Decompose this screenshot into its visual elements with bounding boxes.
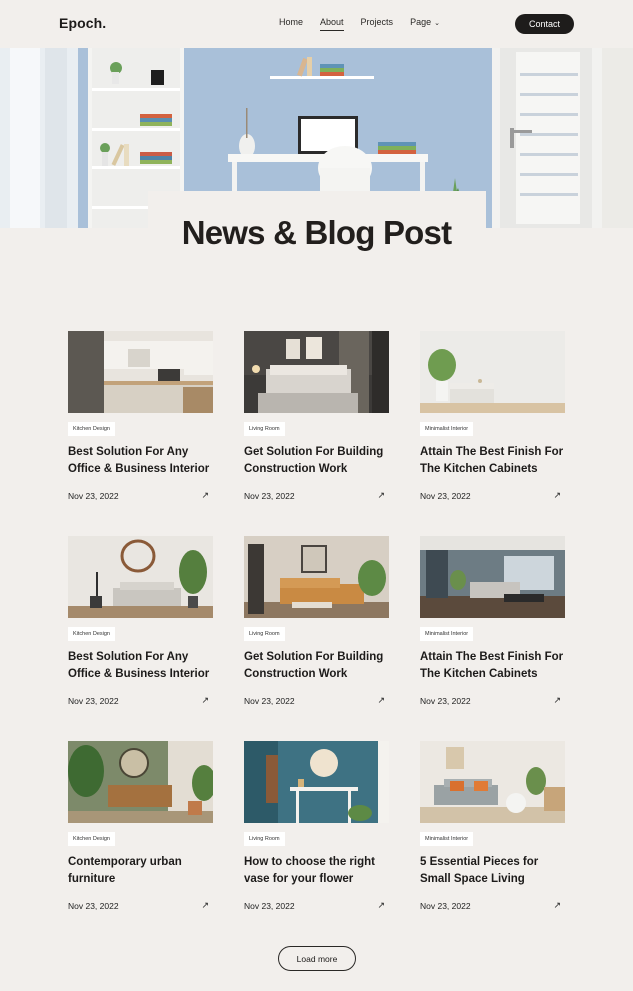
card-image-minimal[interactable] [420,331,565,413]
nav-item-label: Page [410,17,432,27]
category-tag[interactable]: Living Room [244,627,285,641]
post-date: Nov 23, 2022 [244,490,295,501]
arrow-up-right-icon[interactable]: ↗ [553,490,561,501]
post-date: Nov 23, 2022 [244,695,295,706]
card-footer: Nov 23, 2022 ↗ [244,695,390,706]
contact-button[interactable]: Contact [515,14,574,34]
card-image-teal-entry[interactable] [244,741,389,823]
card-image-living-mirror[interactable] [68,536,213,618]
arrow-up-right-icon[interactable]: ↗ [201,490,209,501]
post-date: Nov 23, 2022 [420,490,471,501]
post-date: Nov 23, 2022 [68,695,119,706]
blog-card: Minimalist Interior Attain The Best Fini… [420,536,566,706]
arrow-up-right-icon[interactable]: ↗ [377,695,385,706]
card-footer: Nov 23, 2022 ↗ [68,695,214,706]
post-title[interactable]: Best Solution For Any Office & Business … [68,649,214,683]
blog-card: Living Room Get Solution For Building Co… [244,331,390,501]
post-date: Nov 23, 2022 [244,900,295,911]
blog-card: Kitchen Design Best Solution For Any Off… [68,536,214,706]
category-tag[interactable]: Living Room [244,422,285,436]
category-tag[interactable]: Minimalist Interior [420,422,474,436]
post-title[interactable]: Get Solution For Building Construction W… [244,444,390,478]
post-title[interactable]: How to choose the right vase for your fl… [244,854,390,888]
page-title: News & Blog Post [181,214,452,251]
post-title[interactable]: Contemporary urban furniture [68,854,214,888]
arrow-up-right-icon[interactable]: ↗ [201,695,209,706]
nav-item-home[interactable]: Home [279,17,303,27]
post-title[interactable]: Get Solution For Building Construction W… [244,649,390,683]
card-image-green-wall[interactable] [68,741,213,823]
category-tag[interactable]: Kitchen Design [68,627,115,641]
nav-item-label: Home [279,17,304,27]
category-tag[interactable]: Living Room [244,832,285,846]
post-date: Nov 23, 2022 [68,490,119,501]
card-image-bedroom[interactable] [244,331,389,413]
card-image-small-space[interactable] [420,741,565,823]
card-footer: Nov 23, 2022 ↗ [68,490,214,501]
blog-card: Kitchen Design Best Solution For Any Off… [68,331,214,501]
card-footer: Nov 23, 2022 ↗ [420,900,566,911]
chevron-down-icon: ⌄ [434,20,440,27]
nav-item-label: About [320,17,344,27]
arrow-up-right-icon[interactable]: ↗ [377,900,385,911]
arrow-up-right-icon[interactable]: ↗ [377,490,385,501]
card-image-living-wide[interactable] [420,536,565,618]
nav-item-page[interactable]: Page ⌄ [410,17,440,27]
card-footer: Nov 23, 2022 ↗ [244,900,390,911]
card-footer: Nov 23, 2022 ↗ [68,900,214,911]
card-footer: Nov 23, 2022 ↗ [420,695,566,706]
post-title[interactable]: Attain The Best Finish For The Kitchen C… [420,444,566,478]
card-footer: Nov 23, 2022 ↗ [244,490,390,501]
blog-card: Living Room How to choose the right vase… [244,741,390,911]
blog-card: Kitchen Design Contemporary urban furnit… [68,741,214,911]
blog-card: Minimalist Interior 5 Essential Pieces f… [420,741,566,911]
post-date: Nov 23, 2022 [420,695,471,706]
card-footer: Nov 23, 2022 ↗ [420,490,566,501]
nav-item-about[interactable]: About [320,17,344,31]
arrow-up-right-icon[interactable]: ↗ [553,695,561,706]
nav-item-label: Projects [360,17,394,27]
category-tag[interactable]: Minimalist Interior [420,832,474,846]
post-title[interactable]: Attain The Best Finish For The Kitchen C… [420,649,566,683]
post-title[interactable]: 5 Essential Pieces for Small Space Livin… [420,854,566,888]
load-more-button[interactable]: Load more [278,946,356,971]
nav-item-projects[interactable]: Projects [361,17,394,27]
blog-card: Living Room Get Solution For Building Co… [244,536,390,706]
brand-logo[interactable]: Epoch. [59,15,106,31]
category-tag[interactable]: Kitchen Design [68,422,115,436]
top-navigation: Epoch. Home About Projects Page ⌄ Contact [0,0,633,48]
arrow-up-right-icon[interactable]: ↗ [201,900,209,911]
card-image-kitchen[interactable] [68,331,213,413]
post-date: Nov 23, 2022 [420,900,471,911]
main-menu: Home About Projects Page ⌄ [279,17,457,31]
post-title[interactable]: Best Solution For Any Office & Business … [68,444,214,478]
post-date: Nov 23, 2022 [68,900,119,911]
blog-card: Minimalist Interior Attain The Best Fini… [420,331,566,501]
arrow-up-right-icon[interactable]: ↗ [553,900,561,911]
category-tag[interactable]: Minimalist Interior [420,627,474,641]
card-image-living-sofa[interactable] [244,536,389,618]
category-tag[interactable]: Kitchen Design [68,832,115,846]
